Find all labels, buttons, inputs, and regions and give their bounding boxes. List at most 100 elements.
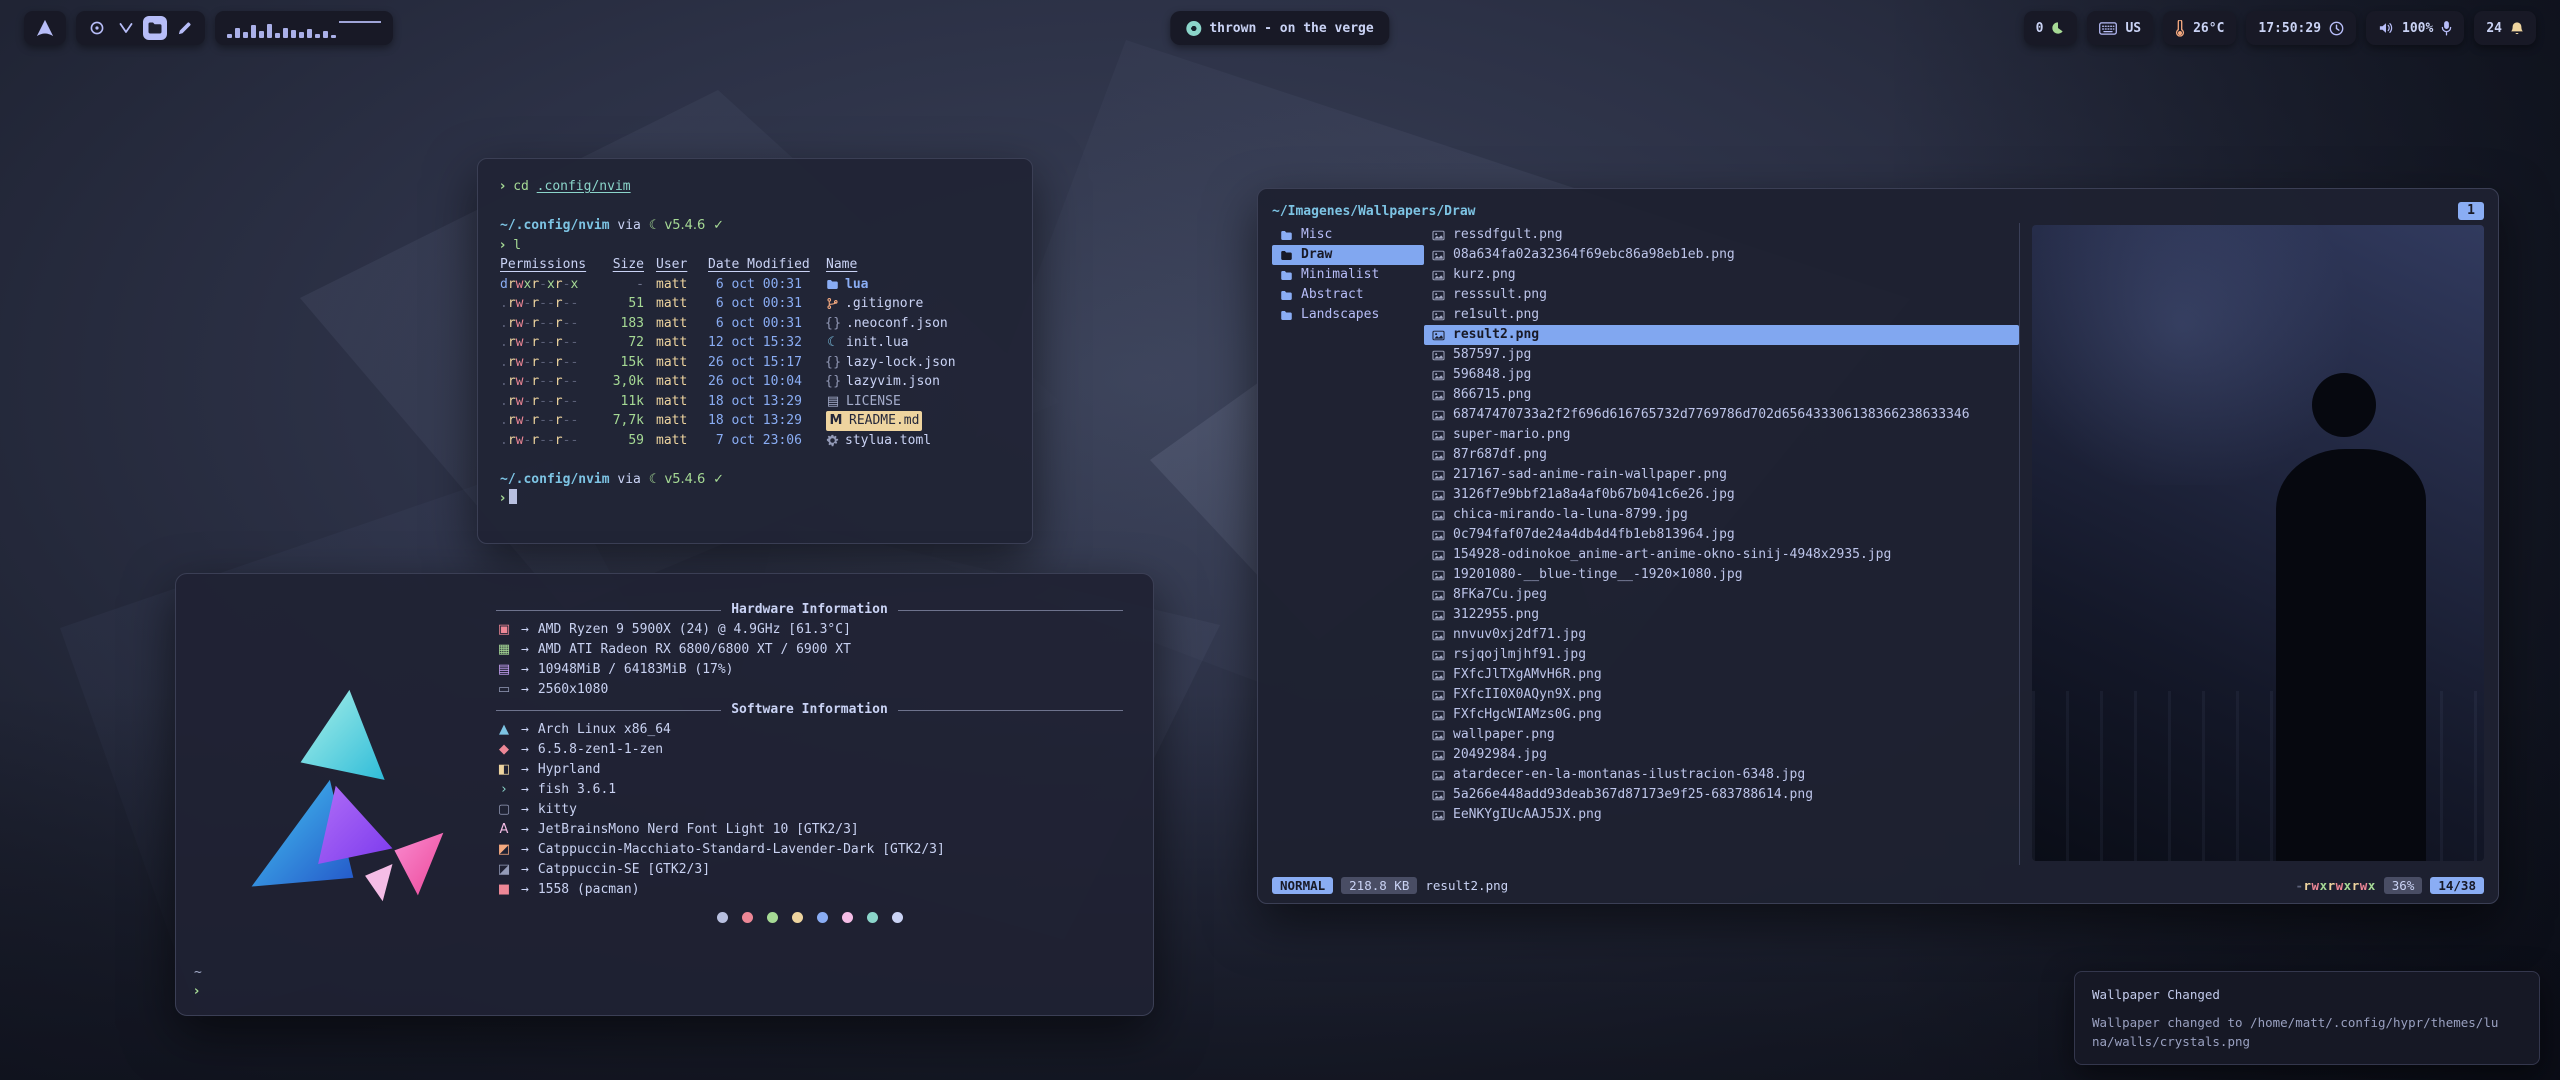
file-item[interactable]: re1sult.png xyxy=(1424,305,2019,325)
media-module[interactable]: thrown - on the verge xyxy=(1170,11,1389,45)
file-item[interactable]: 3126f7e9bbf21a8a4af0b67b041c6e26.jpg xyxy=(1424,485,2019,505)
file-manager-window[interactable]: ~/Imagenes/Wallpapers/Draw 1 MiscDrawMin… xyxy=(1257,188,2499,904)
graph-bar xyxy=(267,24,272,38)
wm-icon: ◧ xyxy=(496,760,512,780)
position-badge: 14/38 xyxy=(2430,877,2484,894)
file-item[interactable]: FXfcJlTXgAMvH6R.png xyxy=(1424,665,2019,685)
bell-icon xyxy=(2510,21,2524,36)
folder-item-draw[interactable]: Draw xyxy=(1272,245,1424,265)
file-item[interactable]: FXfcII0X0AQyn9X.png xyxy=(1424,685,2019,705)
workspace-design-button[interactable] xyxy=(172,16,196,40)
file-item[interactable]: 20492984.jpg xyxy=(1424,745,2019,765)
fetch-prompt[interactable]: ~ › xyxy=(194,963,202,1001)
audio-module[interactable]: 100% xyxy=(2366,11,2464,45)
terminal-status-line: ~/.config/nvim via ☾ v5.4.6 ✓ xyxy=(500,470,1010,490)
terminal-info-row: ▢→kitty xyxy=(496,800,1123,820)
terminal-window[interactable]: › cd .config/nvim ~/.config/nvim via ☾ v… xyxy=(477,158,1033,544)
theme-info-row: ◩→Catppuccin-Macchiato-Standard-Lavender… xyxy=(496,840,1123,860)
file-item[interactable]: 19201080-__blue-tinge__-1920×1080.jpg xyxy=(1424,565,2019,585)
listing-row: .rw-r--r--11kmatt18 oct 13:29▤LICENSE xyxy=(500,392,1010,412)
keyboard-layout-module[interactable]: US xyxy=(2087,11,2153,45)
file-item[interactable]: FXfcHgcWIAMzs0G.png xyxy=(1424,705,2019,725)
folder-icon xyxy=(147,20,163,36)
gpu-info-row: ▦→AMD ATI Radeon RX 6800/6800 XT / 6900 … xyxy=(496,640,1123,660)
launcher-button[interactable] xyxy=(24,11,66,45)
file-item[interactable]: wallpaper.png xyxy=(1424,725,2019,745)
folder-item-abstract[interactable]: Abstract xyxy=(1272,285,1424,305)
ram-info-row: ▤→10948MiB / 64183MiB (17%) xyxy=(496,660,1123,680)
mode-badge: NORMAL xyxy=(1272,877,1333,894)
graph-bar xyxy=(251,25,256,38)
cpu-icon: ▣ xyxy=(496,620,512,640)
file-item[interactable]: chica-mirando-la-luna-8799.jpg xyxy=(1424,505,2019,525)
file-item[interactable]: atardecer-en-la-montanas-ilustracion-634… xyxy=(1424,765,2019,785)
workspace-files-button[interactable] xyxy=(143,16,167,40)
folder-item-misc[interactable]: Misc xyxy=(1272,225,1424,245)
notifications-module[interactable]: 24 xyxy=(2474,11,2536,45)
tab-badge[interactable]: 1 xyxy=(2458,202,2484,220)
palette-dot xyxy=(742,912,753,923)
file-item[interactable]: rsjqojlmjhf91.jpg xyxy=(1424,645,2019,665)
arch-info-row: ▲→Arch Linux x86_64 xyxy=(496,720,1123,740)
listing-row: .rw-r--r--7,7kmatt18 oct 13:29MREADME.md xyxy=(500,411,1010,431)
album-art-icon xyxy=(1186,21,1201,36)
temperature-value: 26°C xyxy=(2193,21,2224,36)
workspaces-module xyxy=(76,11,205,45)
file-item[interactable]: 596848.jpg xyxy=(1424,365,2019,385)
terminal-prompt[interactable]: › xyxy=(500,489,1010,509)
file-item[interactable]: 0c794faf07de24a4db4d4fb1eb813964.jpg xyxy=(1424,525,2019,545)
notification-body: Wallpaper changed to /home/matt/.config/… xyxy=(2092,1013,2505,1051)
ram-icon: ▤ xyxy=(496,660,512,680)
file-item[interactable]: 3122955.png xyxy=(1424,605,2019,625)
volume-value: 100% xyxy=(2402,21,2433,36)
packages-icon: ■ xyxy=(496,880,512,900)
file-manager-header: ~/Imagenes/Wallpapers/Draw 1 xyxy=(1272,199,2484,223)
listing-row: .rw-r--r--59matt 7 oct 23:06stylua.toml xyxy=(500,431,1010,451)
file-item[interactable]: ressdfgult.png xyxy=(1424,225,2019,245)
palette-dot xyxy=(792,912,803,923)
clock-module[interactable]: 17:50:29 xyxy=(2246,11,2356,45)
graph-baseline xyxy=(339,21,381,23)
microphone-icon xyxy=(2441,20,2452,36)
file-item[interactable]: 154928-odinokoe_anime-art-anime-okno-sin… xyxy=(1424,545,2019,565)
chevron-down-icon xyxy=(118,20,134,36)
image-preview xyxy=(2032,225,2484,861)
file-item[interactable]: 5a266e448add93deab367d87173e9f25-6837886… xyxy=(1424,785,2019,805)
clock-time: 17:50:29 xyxy=(2258,21,2321,36)
file-item[interactable]: kurz.png xyxy=(1424,265,2019,285)
folder-item-landscapes[interactable]: Landscapes xyxy=(1272,305,1424,325)
palette-dot xyxy=(892,912,903,923)
breadcrumb: ~/Imagenes/Wallpapers/Draw xyxy=(1272,204,1476,219)
notification-popup[interactable]: Wallpaper Changed Wallpaper changed to /… xyxy=(2074,971,2540,1065)
section-title: Software Information xyxy=(496,700,1123,720)
graph-bar xyxy=(307,29,312,38)
listing-row: .rw-r--r--51matt 6 oct 00:31.gitignore xyxy=(500,294,1010,314)
listing-header: PermissionsSizeUserDate ModifiedName xyxy=(500,255,1010,275)
file-item[interactable]: 87r687df.png xyxy=(1424,445,2019,465)
file-item[interactable]: super-mario.png xyxy=(1424,425,2019,445)
folder-item-minimalist[interactable]: Minimalist xyxy=(1272,265,1424,285)
terminal-palette-dots xyxy=(496,912,1123,923)
updates-module[interactable]: 0 xyxy=(2024,11,2078,45)
file-item[interactable]: nnvuv0xj2df71.jpg xyxy=(1424,625,2019,645)
workspace-browser-button[interactable] xyxy=(85,16,109,40)
fetch-terminal-window[interactable]: Hardware Information▣→AMD Ryzen 9 5900X … xyxy=(175,573,1154,1016)
file-item[interactable]: 8FKa7Cu.jpeg xyxy=(1424,585,2019,605)
file-item[interactable]: resssult.png xyxy=(1424,285,2019,305)
selected-filename: result2.png xyxy=(1425,878,1508,893)
file-item[interactable]: 08a634fa02a32364f69ebc86a98eb1eb.png xyxy=(1424,245,2019,265)
system-graph-module[interactable] xyxy=(215,11,393,45)
listing-row: .rw-r--r--15kmatt26 oct 15:17{}lazy-lock… xyxy=(500,353,1010,373)
file-item[interactable]: 587597.jpg xyxy=(1424,345,2019,365)
terminal-icon: ▢ xyxy=(496,800,512,820)
file-item[interactable]: 866715.png xyxy=(1424,385,2019,405)
kernel-icon: ◆ xyxy=(496,740,512,760)
temperature-module[interactable]: 26°C xyxy=(2163,11,2236,45)
file-item[interactable]: EeNKYgIUcAAJ5JX.png xyxy=(1424,805,2019,825)
file-item[interactable]: 217167-sad-anime-rain-wallpaper.png xyxy=(1424,465,2019,485)
scroll-percent-badge: 36% xyxy=(2384,877,2423,894)
file-item[interactable]: result2.png xyxy=(1424,325,2019,345)
file-item[interactable]: 68747470733a2f2f696d616765732d7769786d70… xyxy=(1424,405,2019,425)
theme-icon: ◩ xyxy=(496,840,512,860)
workspace-chat-button[interactable] xyxy=(114,16,138,40)
